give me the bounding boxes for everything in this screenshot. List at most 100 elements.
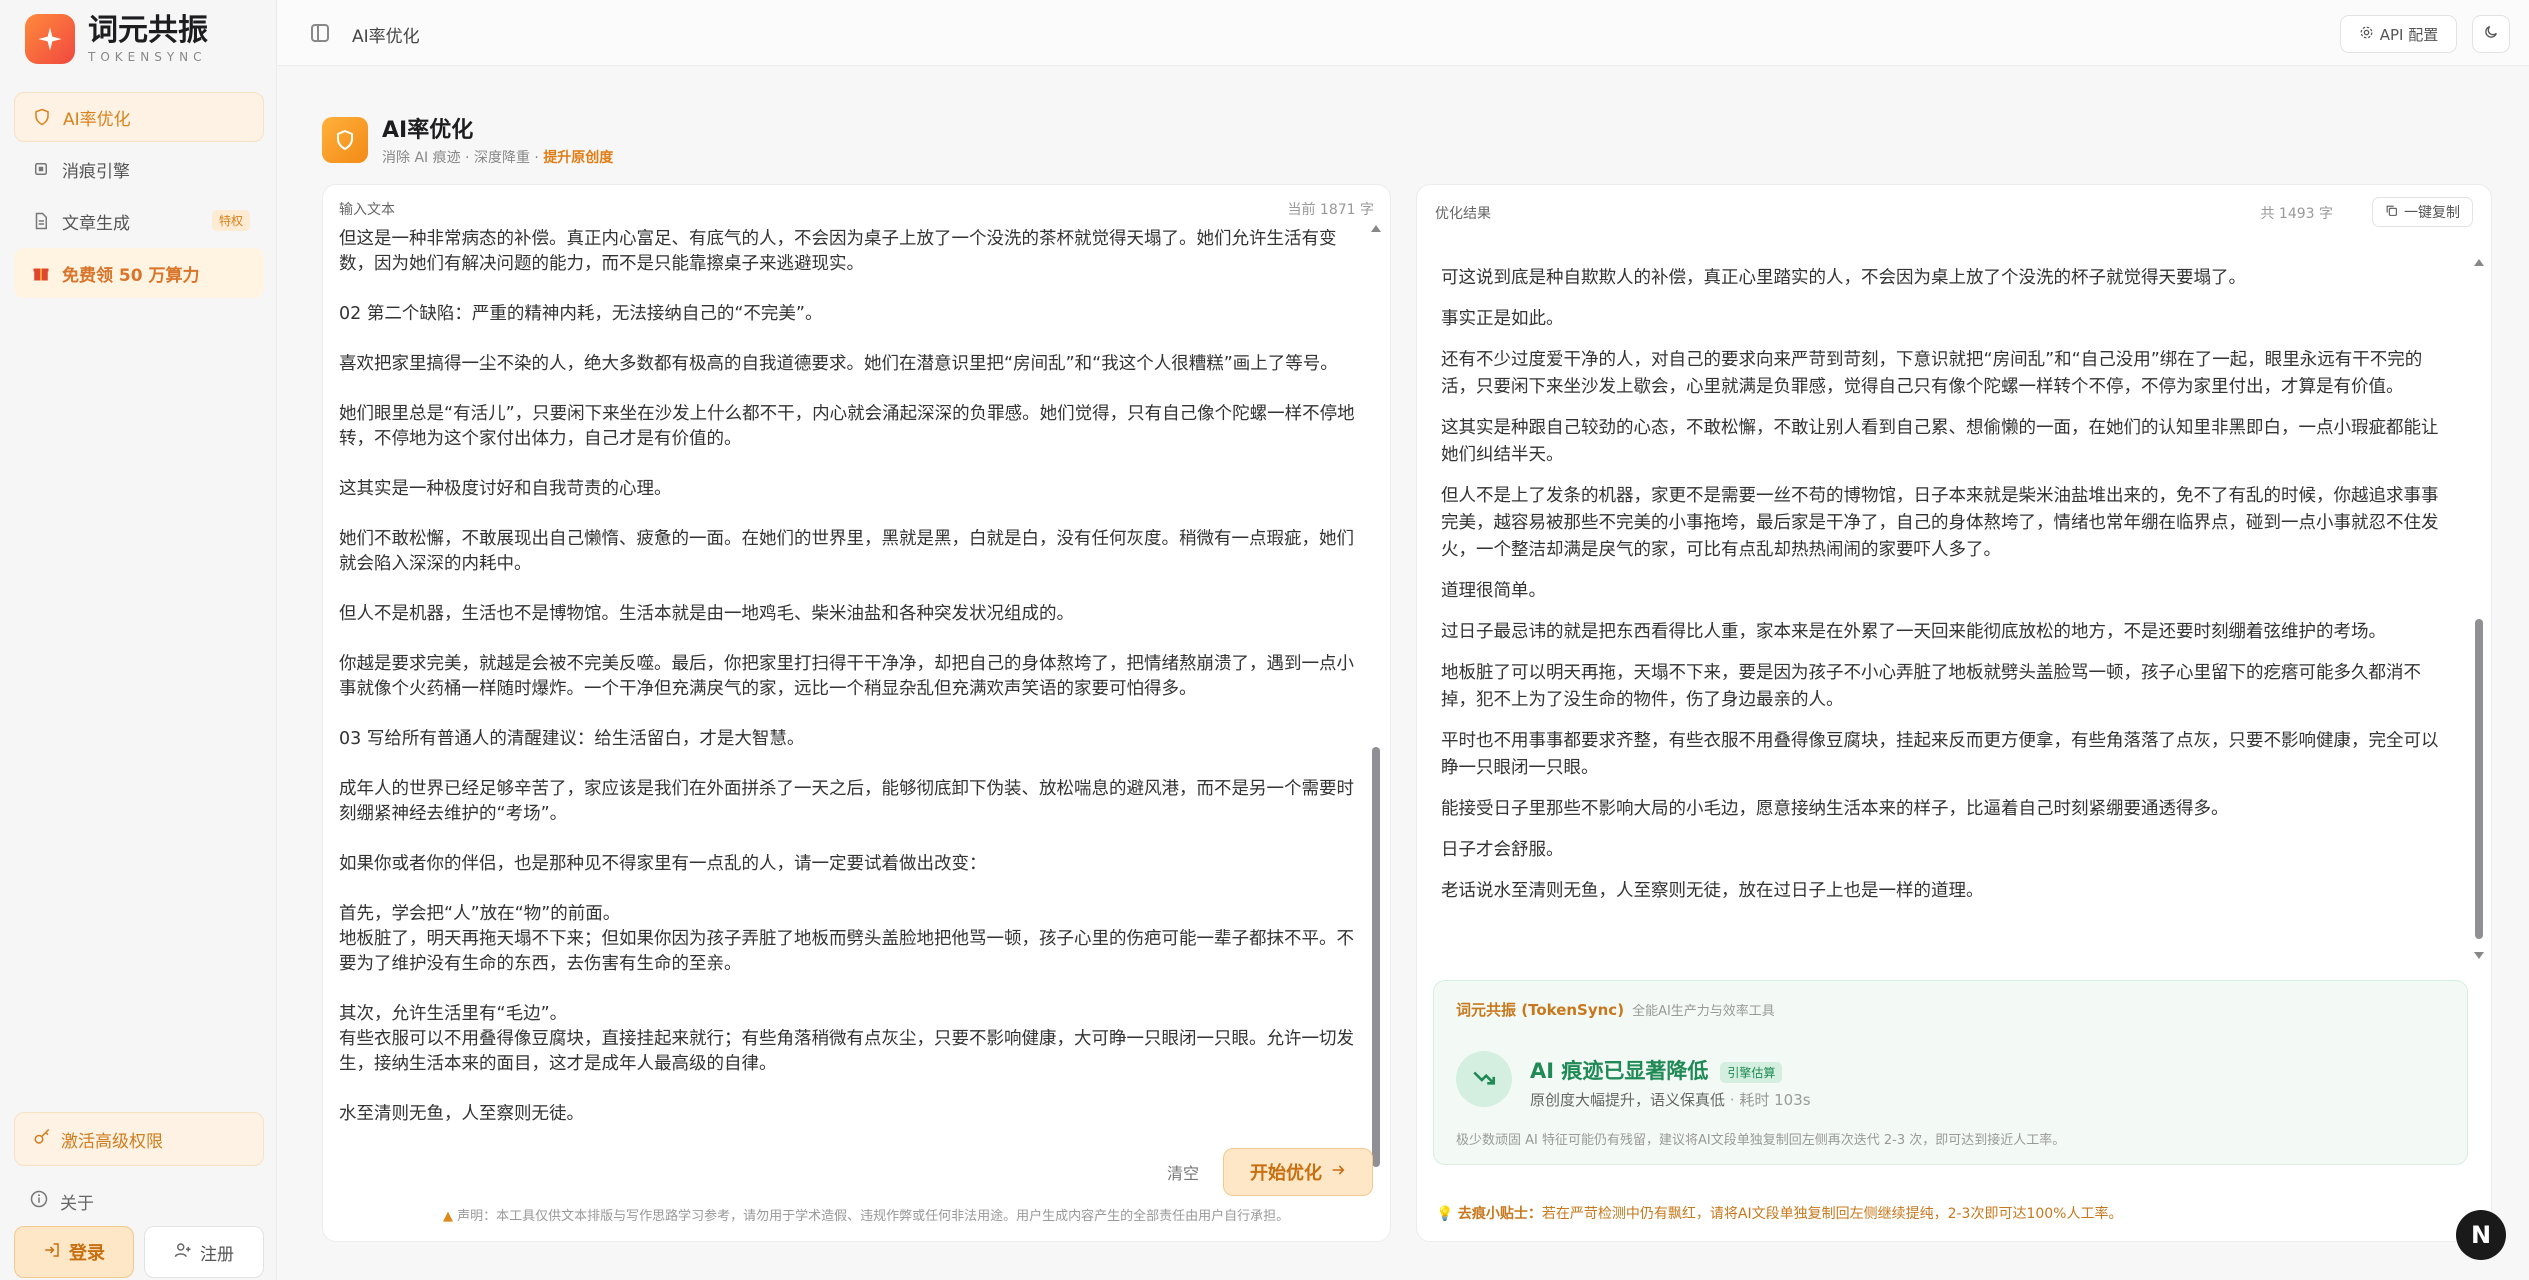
shield-badge-icon (322, 116, 368, 163)
sidebar-item-article-gen[interactable]: 文章生成 特权 (14, 196, 264, 246)
tip-text: 若在严苛检测中仍有飘红，请将AI文段单独复制回左侧继续提纯，2-3次即可达100… (1541, 1206, 2123, 1222)
auth-buttons: 登录 注册 (14, 1226, 264, 1278)
copy-icon (2385, 204, 2398, 221)
input-paragraph: 03 写给所有普通人的清醒建议：给生活留白，才是大智慧。 (339, 729, 805, 749)
result-paragraph: 老话说水至清则无鱼，人至察则无徒，放在过日子上也是一样的道理。 (1441, 881, 1984, 901)
input-paragraph: 她们不敢松懈，不敢展现出自己懒惰、疲惫的一面。在她们的世界里，黑就是黑，白就是白… (339, 529, 1354, 574)
brand-title: 词元共振 (88, 12, 208, 48)
user-plus-icon (174, 1241, 192, 1264)
gear-icon (2359, 25, 2374, 44)
status-note: 极少数顽固 AI 特征可能仍有残留，建议将AI文段单独复制回左侧再次迭代 2-3… (1456, 1133, 2066, 1148)
result-paragraph: 但人不是上了发条的机器，家更不是需要一丝不苟的博物馆，日子本来就是柴米油盐堆出来… (1441, 486, 2439, 560)
register-button[interactable]: 注册 (144, 1226, 264, 1278)
status-brand: 词元共振 (TokenSync) 全能AI生产力与效率工具 (1456, 1001, 1775, 1019)
login-button[interactable]: 登录 (14, 1226, 134, 1278)
copy-all-button[interactable]: 一键复制 (2372, 197, 2473, 227)
brand-logo[interactable]: 词元共振 TOKENSYNC (25, 14, 208, 64)
arrow-right-icon (1330, 1162, 1346, 1183)
about-link[interactable]: 关于 (14, 1178, 264, 1224)
scroll-up-arrow[interactable] (2474, 259, 2484, 266)
breadcrumb: AI率优化 (352, 27, 420, 47)
api-config-label: API 配置 (2379, 25, 2439, 44)
document-icon (30, 210, 52, 232)
input-paragraph: 首先，学会把“人”放在“物”的前面。 (339, 904, 621, 924)
clear-button[interactable]: 清空 (1167, 1160, 1199, 1184)
trend-down-icon (1456, 1051, 1512, 1107)
input-paragraph: 你越是要求完美，就越是会被不完美反噬。最后，你把家里打扫得干干净净，却把自己的身… (339, 654, 1354, 699)
status-subtitle: 原创度大幅提升，语义保真低 · 耗时 103s (1530, 1091, 1811, 1109)
input-textarea[interactable]: 但这是一种非常病态的补偿。真正内心富足、有底气的人，不会因为桌子上放了一个没洗的… (339, 227, 1357, 1280)
input-paragraph: 如果你或者你的伴侣，也是那种见不得家里有一点乱的人，请一定要试着做出改变： (339, 854, 987, 874)
shield-icon (31, 106, 53, 128)
input-paragraph: 02 第二个缺陷：严重的精神内耗，无法接纳自己的“不完美”。 (339, 304, 823, 324)
result-paragraph: 这其实是种跟自己较劲的心态，不敢松懈，不敢让别人看到自己累、想偷懒的一面，在她们… (1441, 418, 2439, 465)
page-header: AI率优化 消除 AI 痕迹 · 深度降重 · 提升原创度 (322, 112, 613, 167)
scroll-down-arrow[interactable] (2474, 952, 2484, 959)
result-paragraph: 过日子最忌讳的就是把东西看得比人重，家本来是在外累了一天回来能彻底放松的地方，不… (1441, 622, 2386, 642)
engine-estimate-badge: 引擎估算 (1720, 1061, 1783, 1083)
sidebar-item-label: 文章生成 (62, 213, 130, 234)
copy-all-label: 一键复制 (2404, 205, 2460, 221)
start-optimize-label: 开始优化 (1250, 1163, 1322, 1184)
sidebar-nav: AI率优化 消痕引擎 文章生成 特权 免费领 50 万算力 (14, 92, 264, 300)
status-brand-subtitle: 全能AI生产力与效率工具 (1632, 1004, 1775, 1019)
input-char-count: 当前 1871 字 (1287, 202, 1374, 218)
status-card: 词元共振 (TokenSync) 全能AI生产力与效率工具 AI 痕迹已显著降低引… (1433, 980, 2468, 1165)
sparkle-logo-icon (25, 14, 75, 64)
result-scrollbar[interactable] (2474, 259, 2484, 959)
page-title: AI率优化 (382, 118, 474, 143)
moon-icon (2483, 24, 2499, 44)
scroll-thumb[interactable] (2475, 619, 2483, 939)
page-subtitle-highlight: 提升原创度 (543, 150, 614, 166)
sidebar-item-label: 免费领 50 万算力 (62, 265, 200, 286)
sidebar-item-trace-engine[interactable]: 消痕引擎 (14, 144, 264, 194)
input-paragraph: 喜欢把家里搞得一尘不染的人，绝大多数都有极高的自我道德要求。她们在潜意识里把“房… (339, 354, 1338, 374)
sidebar-item-ai-rate[interactable]: AI率优化 (14, 92, 264, 142)
result-paragraph: 道理很简单。 (1441, 581, 1546, 601)
sidebar-item-label: AI率优化 (63, 109, 131, 130)
result-paragraph: 还有不少过度爱干净的人，对自己的要求向来严苛到苛刻，下意识就把“房间乱”和“自己… (1441, 350, 2423, 397)
input-paragraph: 成年人的世界已经足够辛苦了，家应该是我们在外面拼杀了一天之后，能够彻底卸下伪装、… (339, 779, 1354, 824)
login-icon (43, 1241, 61, 1264)
result-paragraph: 可这说到底是种自欺欺人的补偿，真正心里踏实的人，不会因为桌上放了个没洗的杯子就觉… (1441, 268, 2246, 288)
input-paragraph: 但人不是机器，生活也不是博物馆。生活本就是由一地鸡毛、柴米油盐和各种突发状况组成… (339, 604, 1074, 624)
activate-premium-button[interactable]: 激活高级权限 (14, 1112, 264, 1166)
page-subtitle: 消除 AI 痕迹 · 深度降重 · 提升原创度 (382, 150, 614, 166)
result-paragraph: 地板脏了可以明天再拖，天塌不下来，要是因为孩子不小心弄脏了地板就劈头盖脸骂一顿，… (1441, 663, 2421, 710)
input-scrollbar[interactable] (1371, 225, 1381, 1280)
key-icon (33, 1128, 51, 1151)
input-label: 输入文本 (339, 202, 395, 218)
result-paragraph: 日子才会舒服。 (1441, 840, 1564, 860)
register-label: 注册 (200, 1244, 234, 1265)
input-paragraph: 水至清则无鱼，人至察则无徒。 (339, 1104, 584, 1124)
floating-assistant-button[interactable]: N (2456, 1210, 2506, 1260)
input-paragraph: 她们眼里总是“有活儿”，只要闲下来坐在沙发上什么都不干，内心就会涌起深深的负罪感… (339, 404, 1355, 449)
result-paragraph: 平时也不用事事都要求齐整，有些衣服不用叠得像豆腐块，挂起来反而更方便拿，有些角落… (1441, 731, 2439, 778)
elapsed-time: · 耗时 103s (1729, 1091, 1811, 1109)
result-paragraph: 事实正是如此。 (1441, 309, 1564, 329)
scroll-thumb[interactable] (1372, 747, 1380, 1167)
info-icon (30, 1190, 48, 1213)
start-optimize-button[interactable]: 开始优化 (1223, 1148, 1373, 1196)
result-text: 可这说到底是种自欺欺人的补偿，真正心里踏实的人，不会因为桌上放了个没洗的杯子就觉… (1441, 265, 2451, 919)
input-panel: 输入文本 当前 1871 字 但这是一种非常病态的补偿。真正内心富足、有底气的人… (322, 184, 1391, 1242)
tip-line: 💡 去痕小贴士：若在严苛检测中仍有飘红，请将AI文段单独复制回左侧继续提纯，2-… (1436, 1203, 2123, 1223)
input-paragraph: 有些衣服可以不用叠得像豆腐块，直接挂起来就行；有些角落稍微有点灰尘，只要不影响健… (339, 1029, 1354, 1074)
result-label: 优化结果 (1435, 206, 1491, 222)
theme-toggle-button[interactable] (2472, 15, 2510, 53)
sidebar-item-free-credits[interactable]: 免费领 50 万算力 (14, 248, 264, 298)
scroll-up-arrow[interactable] (1371, 225, 1381, 232)
activate-label: 激活高级权限 (61, 1131, 163, 1152)
status-title: AI 痕迹已显著降低 引擎估算 (1530, 1055, 1783, 1085)
sidebar-toggle-icon[interactable] (311, 24, 329, 42)
login-label: 登录 (69, 1243, 105, 1264)
sidebar-item-label: 消痕引擎 (62, 161, 130, 182)
privilege-badge: 特权 (211, 210, 250, 231)
lightbulb-icon: 💡 (1436, 1206, 1458, 1222)
top-header: AI率优化 API 配置 (278, 0, 2529, 66)
input-paragraph: 地板脏了，明天再拖天塌不下来；但如果你因为孩子弄脏了地板而劈头盖脸地把他骂一顿，… (339, 929, 1354, 974)
tip-prefix: 去痕小贴士： (1457, 1206, 1542, 1222)
input-paragraph: 其次，允许生活里有“毛边”。 (339, 1004, 568, 1024)
brand-subtitle: TOKENSYNC (88, 49, 207, 64)
api-config-button[interactable]: API 配置 (2340, 15, 2457, 53)
